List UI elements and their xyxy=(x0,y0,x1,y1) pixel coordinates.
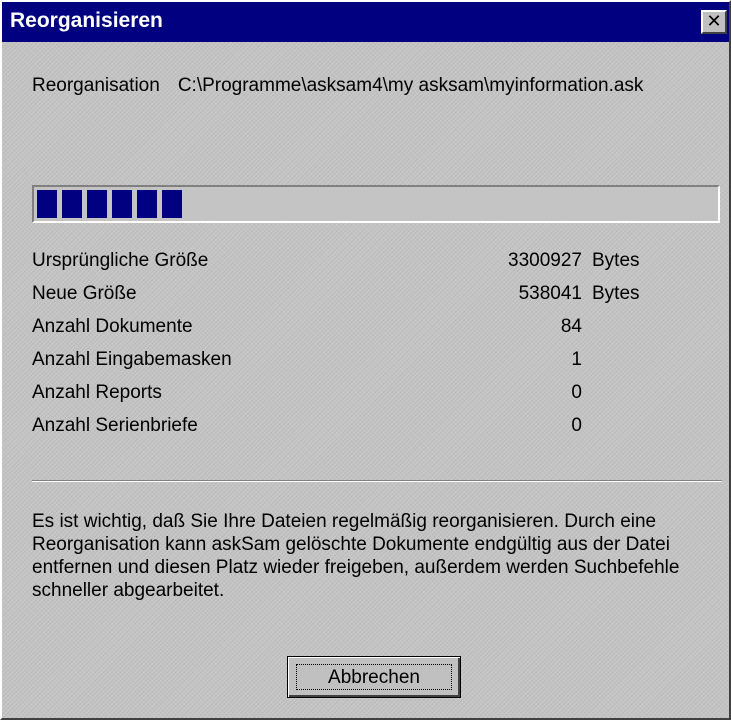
stat-report-count: Anzahl Reports 0 xyxy=(32,378,672,411)
progress-block xyxy=(37,190,57,218)
stat-document-count: Anzahl Dokumente 84 xyxy=(32,312,672,345)
progress-block xyxy=(87,190,107,218)
reorganization-path: Reorganisation C:\Programme\asksam4\my as… xyxy=(32,75,643,97)
reorganize-dialog: Reorganisieren ✕ Reorganisation C:\Progra… xyxy=(0,0,731,720)
stat-unit: Bytes xyxy=(592,283,640,304)
stat-label: Anzahl Reports xyxy=(32,382,162,403)
window-title: Reorganisieren xyxy=(10,9,163,32)
progress-block xyxy=(112,190,132,218)
stat-label: Neue Größe xyxy=(32,283,137,304)
progress-block xyxy=(162,190,182,218)
stat-unit: Bytes xyxy=(592,250,640,271)
stat-value: 3300927 xyxy=(508,250,582,271)
progress-fill xyxy=(37,190,182,218)
stat-value: 1 xyxy=(571,349,582,370)
cancel-button[interactable]: Abbrechen xyxy=(287,656,461,698)
stat-input-mask-count: Anzahl Eingabemasken 1 xyxy=(32,345,672,378)
stat-label: Anzahl Serienbriefe xyxy=(32,415,198,436)
stat-value: 538041 xyxy=(518,283,582,304)
stat-value: 0 xyxy=(571,382,582,403)
path-label: Reorganisation xyxy=(32,75,160,96)
cancel-button-label: Abbrechen xyxy=(296,664,452,690)
close-icon[interactable]: ✕ xyxy=(701,10,727,34)
progress-bar xyxy=(32,185,720,223)
info-text: Es ist wichtig, daß Sie Ihre Dateien reg… xyxy=(32,511,680,601)
stat-label: Anzahl Eingabemasken xyxy=(32,349,232,370)
stats-list: Ursprüngliche Größe 3300927 Bytes Neue G… xyxy=(32,246,672,444)
stat-label: Anzahl Dokumente xyxy=(32,316,193,337)
stat-form-letter-count: Anzahl Serienbriefe 0 xyxy=(32,411,672,444)
progress-block xyxy=(62,190,82,218)
stat-label: Ursprüngliche Größe xyxy=(32,250,209,271)
path-value: C:\Programme\asksam4\my asksam\myinforma… xyxy=(177,75,644,96)
stat-value: 84 xyxy=(560,316,582,337)
title-bar[interactable]: Reorganisieren ✕ xyxy=(2,2,729,42)
progress-block xyxy=(137,190,157,218)
separator-line xyxy=(32,480,722,482)
stat-value: 0 xyxy=(571,415,582,436)
stat-original-size: Ursprüngliche Größe 3300927 Bytes xyxy=(32,246,672,279)
stat-new-size: Neue Größe 538041 Bytes xyxy=(32,279,672,312)
